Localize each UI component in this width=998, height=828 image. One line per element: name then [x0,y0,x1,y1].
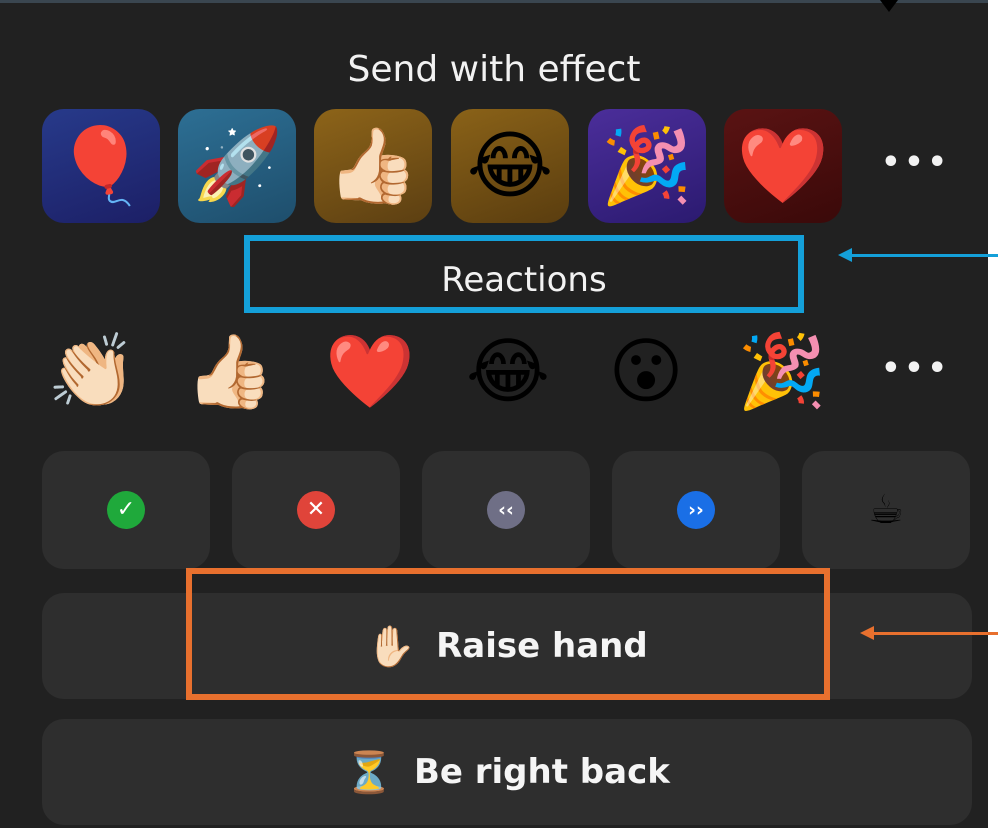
send-with-effect-heading: Send with effect [347,49,641,90]
raise-hand-annotation-arrow [860,626,998,640]
reaction-thumbs-up-button[interactable]: 👍🏻 [180,331,280,411]
quick-speed-up-button[interactable]: ›› [612,451,780,569]
rewind-icon: ‹‹ [487,491,525,529]
balloon-icon: 🎈 [54,123,148,209]
surprised-face-icon: 😮 [608,329,684,413]
reactions-heading: Reactions [244,235,804,313]
effect-thumbs-up-button[interactable]: 👍🏻 [314,109,432,223]
party-popper-icon: 🎉 [600,123,694,209]
quick-yes-button[interactable]: ✓ [42,451,210,569]
heart-icon: ❤️ [325,329,415,413]
reaction-clap-button[interactable]: 👏🏻 [42,331,142,411]
rocket-icon: 🚀 [190,123,284,209]
quick-no-button[interactable]: ✕ [232,451,400,569]
heart-icon: ❤️ [736,123,830,209]
effect-laughing-button[interactable]: 😂 [451,109,569,223]
be-right-back-label: Be right back [413,752,670,792]
effect-heart-button[interactable]: ❤️ [724,109,842,223]
quick-slow-down-button[interactable]: ‹‹ [422,451,590,569]
fast-forward-icon: ›› [677,491,715,529]
coffee-icon: ☕ [868,487,904,533]
pointer-arrow-icon [880,0,898,12]
thumbs-up-icon: 👍🏻 [185,329,275,413]
reaction-surprised-button[interactable]: 😮 [596,331,696,411]
raise-hand-label: Raise hand [436,626,648,666]
reaction-laughing-button[interactable]: 😂 [458,331,558,411]
more-effects-button[interactable]: ••• [876,145,956,180]
party-popper-icon: 🎉 [737,329,827,413]
reaction-party-popper-button[interactable]: 🎉 [732,331,832,411]
effect-balloon-button[interactable]: 🎈 [42,109,160,223]
reactions-panel: Send with effect 🎈 🚀 👍🏻 😂 🎉 ❤️ ••• React… [0,0,988,828]
clapping-hands-icon: 👏🏻 [47,329,137,413]
laughing-face-icon: 😂 [465,329,551,413]
raised-hand-icon: ✋🏻 [366,623,417,670]
hourglass-icon: ⏳ [344,749,394,796]
effect-party-popper-button[interactable]: 🎉 [588,109,706,223]
quick-coffee-button[interactable]: ☕ [802,451,970,569]
more-reactions-button[interactable]: ••• [876,351,956,386]
x-icon: ✕ [297,491,335,529]
reaction-heart-button[interactable]: ❤️ [320,331,420,411]
be-right-back-button[interactable]: ⏳ Be right back [42,719,972,825]
reactions-annotation-arrow [838,248,998,262]
check-icon: ✓ [107,491,145,529]
raise-hand-button[interactable]: ✋🏻 Raise hand [42,593,972,699]
screenshot-stage: Send with effect 🎈 🚀 👍🏻 😂 🎉 ❤️ ••• React… [0,0,998,828]
effect-rocket-button[interactable]: 🚀 [178,109,296,223]
laughing-face-icon: 😂 [466,123,554,209]
thumbs-up-icon: 👍🏻 [326,123,420,209]
